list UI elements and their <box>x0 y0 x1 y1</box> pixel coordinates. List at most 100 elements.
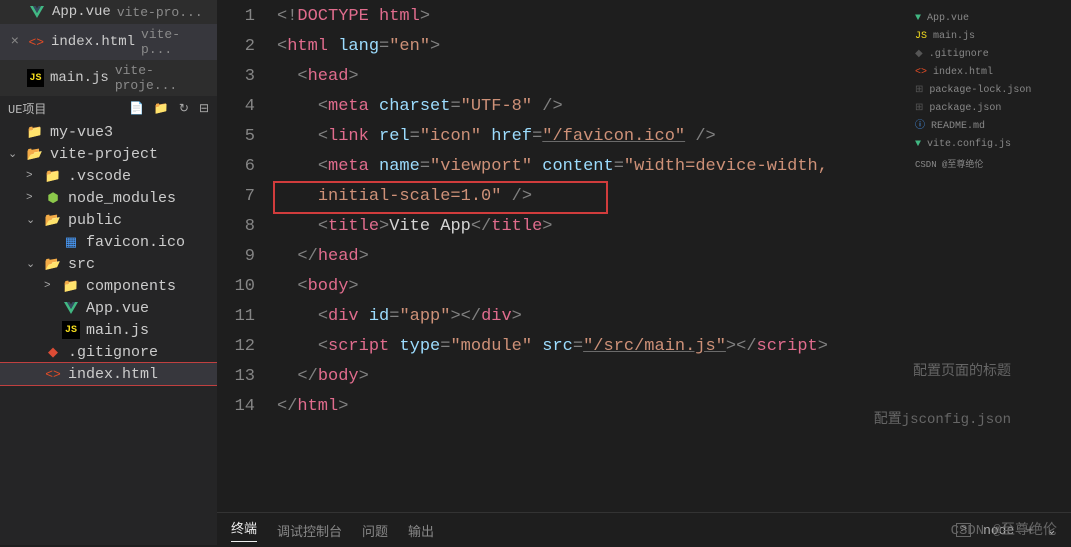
image-icon: ▦ <box>62 233 80 251</box>
tree-file-app-vue[interactable]: App.vue <box>0 297 217 319</box>
tree-label: src <box>68 256 95 273</box>
line-number: 1 <box>217 2 255 32</box>
tree-label: index.html <box>68 366 158 383</box>
folder-icon: 📁 <box>44 167 62 185</box>
line-gutter: 1 2 3 4 5 6 7 8 9 10 11 12 13 14 <box>217 0 277 512</box>
js-icon: JS <box>27 69 44 87</box>
tree-folder-public[interactable]: ⌄📂public <box>0 209 217 231</box>
tree-file-main-js[interactable]: JS main.js <box>0 319 217 341</box>
vite-icon: ▼ <box>915 138 921 152</box>
line-number: 2 <box>217 32 255 62</box>
tab-path: vite-proje... <box>115 63 209 93</box>
vue-icon: ▼ <box>915 12 921 26</box>
vue-icon <box>28 3 46 21</box>
tab-path: vite-pro... <box>117 5 203 20</box>
tree-folder-vite-project[interactable]: ⌄ 📂 vite-project <box>0 143 217 165</box>
code-editor[interactable]: 1 2 3 4 5 6 7 8 9 10 11 12 13 14 <!DOCTY… <box>217 0 1071 512</box>
tree-file-favicon[interactable]: ▦favicon.ico <box>0 231 217 253</box>
readme-icon: ⓘ <box>915 120 925 134</box>
minimap-file: vite.config.js <box>927 138 1011 152</box>
terminal-tab-output[interactable]: 输出 <box>408 521 434 540</box>
minimap-file: .gitignore <box>929 48 989 62</box>
terminal-tab-problems[interactable]: 问题 <box>362 521 388 540</box>
tree-folder-vscode[interactable]: > 📁 .vscode <box>0 165 217 187</box>
tab-filename: App.vue <box>52 4 111 20</box>
section-label: UE项目 <box>8 100 46 117</box>
line-number: 7 <box>217 182 255 212</box>
minimap-file: package-lock.json <box>929 84 1031 98</box>
tree-label: App.vue <box>86 300 149 317</box>
terminal-tab-debug[interactable]: 调试控制台 <box>277 521 342 540</box>
tree-label: vite-project <box>50 146 158 163</box>
tree-label: components <box>86 278 176 295</box>
folder-icon: 📂 <box>26 145 44 163</box>
tree-folder-node-modules[interactable]: > ⬢ node_modules <box>0 187 217 209</box>
tree-folder-my-vue3[interactable]: 📁 my-vue3 <box>0 121 217 143</box>
vue-icon <box>62 299 80 317</box>
minimap-file: main.js <box>933 30 975 44</box>
tree-label: node_modules <box>68 190 176 207</box>
line-number: 4 <box>217 92 255 122</box>
line-number: 3 <box>217 62 255 92</box>
refresh-icon[interactable]: ↻ <box>179 101 189 116</box>
js-icon: JS <box>915 30 927 44</box>
line-number: 11 <box>217 302 255 332</box>
chevron-down-icon[interactable]: ⌄ <box>26 213 38 227</box>
open-tab-app-vue[interactable]: App.vue vite-pro... <box>0 0 217 24</box>
tab-filename: main.js <box>50 70 109 86</box>
open-tab-index-html[interactable]: × <> index.html vite-p... <box>0 24 217 60</box>
tab-filename: index.html <box>51 34 135 50</box>
open-editors: App.vue vite-pro... × <> index.html vite… <box>0 0 217 96</box>
chevron-right-icon[interactable]: > <box>44 280 56 292</box>
terminal-panel: 终端 调试控制台 问题 输出 > node + ⌄ CSDN @至尊绝伦 <box>217 512 1071 547</box>
minimap[interactable]: ▼ App.vue JS main.js ◆ .gitignore <> index.h… <box>909 4 1069 178</box>
folder-icon: 📁 <box>26 123 44 141</box>
tree-folder-src[interactable]: ⌄ 📂 src <box>0 253 217 275</box>
tree-label: my-vue3 <box>50 124 113 141</box>
editor-area: 发布文章 1 2 3 4 5 6 7 8 9 10 11 12 13 14 <!… <box>217 0 1071 545</box>
chevron-right-icon[interactable]: > <box>26 170 38 182</box>
open-tab-main-js[interactable]: JS main.js vite-proje... <box>0 60 217 96</box>
folder-icon: 📂 <box>44 255 62 273</box>
minimap-watermark: CSDN @至尊绝伦 <box>915 158 1063 172</box>
html-icon: <> <box>28 33 45 51</box>
new-folder-icon[interactable]: 📁 <box>154 101 169 116</box>
git-icon: ◆ <box>915 48 923 62</box>
chevron-down-icon[interactable]: ⌄ <box>8 147 20 161</box>
tree-folder-components[interactable]: >📁components <box>0 275 217 297</box>
tree-file-gitignore[interactable]: ◆ .gitignore <box>0 341 217 363</box>
line-number: 13 <box>217 362 255 392</box>
line-number: 12 <box>217 332 255 362</box>
html-icon: <> <box>44 365 62 383</box>
line-number: 14 <box>217 392 255 422</box>
minimap-file: index.html <box>933 66 993 80</box>
tree-label: public <box>68 212 122 229</box>
chevron-down-icon[interactable]: ⌄ <box>26 257 38 271</box>
line-number: 9 <box>217 242 255 272</box>
line-number: 6 <box>217 152 255 182</box>
close-icon[interactable]: × <box>8 34 22 50</box>
minimap-file: App.vue <box>927 12 969 26</box>
line-number: 10 <box>217 272 255 302</box>
tree-label: main.js <box>86 322 149 339</box>
terminal-tab-terminal[interactable]: 终端 <box>231 518 257 542</box>
json-icon: ⊞ <box>915 84 923 98</box>
tree-label: .vscode <box>68 168 131 185</box>
explorer-header: UE项目 📄 📁 ↻ ⊟ <box>0 96 217 121</box>
json-icon: ⊞ <box>915 102 923 116</box>
terminal-tabs: 终端 调试控制台 问题 输出 > node + ⌄ <box>217 513 1071 547</box>
file-tree: 📁 my-vue3 ⌄ 📂 vite-project > 📁 .vscode > ⬢ node… <box>0 121 217 385</box>
html-icon: <> <box>915 66 927 80</box>
new-file-icon[interactable]: 📄 <box>129 101 144 116</box>
collapse-icon[interactable]: ⊟ <box>199 101 209 116</box>
watermark: CSDN @至尊绝伦 <box>951 519 1057 539</box>
tree-file-index-html[interactable]: <> index.html <box>0 363 217 385</box>
node-icon: ⬢ <box>44 189 62 207</box>
line-number: 8 <box>217 212 255 242</box>
chevron-right-icon[interactable]: > <box>26 192 38 204</box>
tree-label: .gitignore <box>68 344 158 361</box>
git-icon: ◆ <box>44 343 62 361</box>
js-icon: JS <box>62 321 80 339</box>
sidebar: App.vue vite-pro... × <> index.html vite… <box>0 0 217 545</box>
line-number: 5 <box>217 122 255 152</box>
